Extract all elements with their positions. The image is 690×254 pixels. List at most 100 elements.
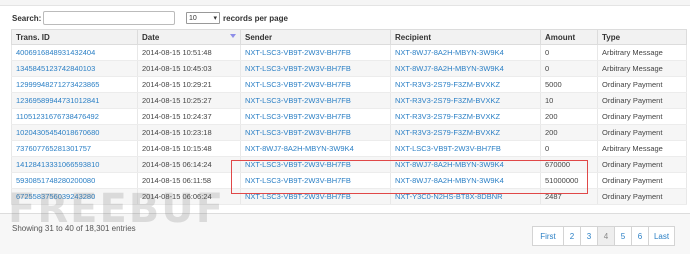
column-header-amount[interactable]: Amount: [540, 29, 598, 45]
column-header-date[interactable]: Date: [137, 29, 241, 45]
type-text: Ordinary Payment: [602, 80, 663, 89]
top-strip: [0, 0, 690, 6]
page-last-button[interactable]: Last: [648, 226, 675, 246]
trans-id-link[interactable]: 6725583756039243280: [16, 192, 95, 201]
page-button[interactable]: 3: [580, 226, 598, 246]
recipient-link[interactable]: NXT-8WJ7-8A2H-MBYN-3W9K4: [395, 64, 504, 73]
page-button[interactable]: 6: [631, 226, 649, 246]
date-text: 2014-08-15 10:29:21: [142, 80, 212, 89]
sender-cell: NXT-LSC3-VB9T-2W3V-BH7FB: [240, 92, 391, 109]
trans-id-link[interactable]: 1345845123742840103: [16, 64, 95, 73]
trans-id-link[interactable]: 10204305454018670680: [16, 128, 99, 137]
type-cell: Arbitrary Message: [597, 140, 687, 157]
amount-cell: 200: [540, 124, 598, 141]
search-control: Search:: [12, 11, 176, 25]
recipient-cell: NXT-8WJ7-8A2H-MBYN-3W9K4: [390, 60, 541, 77]
date-text: 2014-08-15 06:06:24: [142, 192, 212, 201]
records-per-page-select[interactable]: 10 ▾: [186, 12, 220, 24]
date-text: 2014-08-15 06:11:58: [142, 176, 212, 185]
records-per-page-label: records per page: [223, 13, 288, 23]
table-row: 10204305454018670680 2014-08-15 10:23:18 N…: [11, 124, 687, 141]
table-row: 12369589944731012841 2014-08-15 10:25:27 N…: [11, 92, 687, 109]
type-cell: Ordinary Payment: [597, 124, 687, 141]
page-button[interactable]: 4: [597, 226, 615, 246]
search-input[interactable]: [43, 11, 176, 25]
date-text: 2014-08-15 10:51:48: [142, 48, 212, 57]
trans-id-cell: 11051231676738476492: [11, 108, 138, 125]
recipient-link[interactable]: NXT-R3V3-2S79-F3ZM-BVXKZ: [395, 80, 500, 89]
column-header-recipient[interactable]: Recipient: [390, 29, 541, 45]
sender-link[interactable]: NXT-LSC3-VB9T-2W3V-BH7FB: [245, 128, 351, 137]
amount-cell: 0: [540, 60, 598, 77]
date-cell: 2014-08-15 10:15:48: [137, 140, 241, 157]
amount-text: 0: [545, 144, 550, 153]
amount-text: 10: [545, 96, 554, 105]
column-header-type[interactable]: Type: [597, 29, 687, 45]
type-text: Arbitrary Message: [602, 48, 663, 57]
recipient-cell: NXT-R3V3-2S79-F3ZM-BVXKZ: [390, 76, 541, 93]
date-cell: 2014-08-15 10:45:03: [137, 60, 241, 77]
sender-link[interactable]: NXT-LSC3-VB9T-2W3V-BH7FB: [245, 112, 351, 121]
table-row: 737607765281301757 2014-08-15 10:15:48 NXT…: [11, 140, 687, 157]
type-cell: Ordinary Payment: [597, 156, 687, 173]
recipient-link[interactable]: NXT-R3V3-2S79-F3ZM-BVXKZ: [395, 128, 500, 137]
trans-id-cell: 4006916848931432404: [11, 44, 138, 61]
type-cell: Ordinary Payment: [597, 92, 687, 109]
recipient-link[interactable]: NXT-LSC3-VB9T-2W3V-BH7FB: [395, 144, 501, 153]
search-label: Search:: [12, 13, 42, 23]
trans-id-cell: 12369589944731012841: [11, 92, 138, 109]
trans-id-link[interactable]: 11051231676738476492: [16, 112, 99, 121]
page-first-button[interactable]: First: [532, 226, 564, 246]
column-header-sender[interactable]: Sender: [240, 29, 391, 45]
table-row: 1345845123742840103 2014-08-15 10:45:03 NX…: [11, 60, 687, 77]
trans-id-link[interactable]: 12999948271273423865: [16, 80, 99, 89]
recipient-cell: NXT-R3V3-2S79-F3ZM-BVXKZ: [390, 124, 541, 141]
amount-cell: 200: [540, 108, 598, 125]
page-button[interactable]: 5: [614, 226, 632, 246]
date-cell: 2014-08-15 10:29:21: [137, 76, 241, 93]
recipient-link[interactable]: NXT-R3V3-2S79-F3ZM-BVXKZ: [395, 96, 500, 105]
type-cell: Arbitrary Message: [597, 60, 687, 77]
recipient-link[interactable]: NXT-8WJ7-8A2H-MBYN-3W9K4: [395, 48, 504, 57]
date-cell: 2014-08-15 10:25:27: [137, 92, 241, 109]
type-text: Ordinary Payment: [602, 160, 663, 169]
table-row: 11051231676738476492 2014-08-15 10:24:37 N…: [11, 108, 687, 125]
highlight-box: [231, 160, 588, 194]
records-per-page-value: 10: [189, 14, 197, 22]
amount-text: 5000: [545, 80, 562, 89]
recipient-link[interactable]: NXT-R3V3-2S79-F3ZM-BVXKZ: [395, 112, 500, 121]
column-header-date-label: Date: [142, 32, 160, 42]
sender-link[interactable]: NXT-LSC3-VB9T-2W3V-BH7FB: [245, 96, 351, 105]
date-cell: 2014-08-15 10:51:48: [137, 44, 241, 61]
sender-link[interactable]: NXT-LSC3-VB9T-2W3V-BH7FB: [245, 48, 351, 57]
page-button[interactable]: 2: [563, 226, 581, 246]
amount-text: 0: [545, 64, 550, 73]
date-cell: 2014-08-15 06:06:24: [137, 188, 241, 205]
trans-id-link[interactable]: 737607765281301757: [16, 144, 91, 153]
pagination: First 2 3 4 5 6 Last: [532, 226, 675, 246]
sender-cell: NXT-LSC3-VB9T-2W3V-BH7FB: [240, 60, 391, 77]
trans-id-link[interactable]: 4006916848931432404: [16, 48, 95, 57]
trans-id-cell: 10204305454018670680: [11, 124, 138, 141]
sender-cell: NXT-8WJ7-8A2H-MBYN-3W9K4: [240, 140, 391, 157]
table-row: 4006916848931432404 2014-08-15 10:51:48 NX…: [11, 44, 687, 61]
trans-id-cell: 1345845123742840103: [11, 60, 138, 77]
date-cell: 2014-08-15 06:14:24: [137, 156, 241, 173]
sort-desc-icon: [230, 34, 236, 38]
recipient-cell: NXT-R3V3-2S79-F3ZM-BVXKZ: [390, 108, 541, 125]
table-header-row: Trans. ID Date Sender Recipient Amount T…: [11, 29, 687, 45]
column-header-trans-id[interactable]: Trans. ID: [11, 29, 138, 45]
sender-cell: NXT-LSC3-VB9T-2W3V-BH7FB: [240, 108, 391, 125]
sender-link[interactable]: NXT-8WJ7-8A2H-MBYN-3W9K4: [245, 144, 354, 153]
type-text: Ordinary Payment: [602, 128, 663, 137]
trans-id-link[interactable]: 12369589944731012841: [16, 96, 99, 105]
sender-cell: NXT-LSC3-VB9T-2W3V-BH7FB: [240, 76, 391, 93]
sender-link[interactable]: NXT-LSC3-VB9T-2W3V-BH7FB: [245, 64, 351, 73]
sender-link[interactable]: NXT-LSC3-VB9T-2W3V-BH7FB: [245, 80, 351, 89]
trans-id-link[interactable]: 5930851748280200080: [16, 176, 95, 185]
date-text: 2014-08-15 10:25:27: [142, 96, 212, 105]
trans-id-link[interactable]: 14128413331066593810: [16, 160, 99, 169]
trans-id-cell: 5930851748280200080: [11, 172, 138, 189]
type-text: Ordinary Payment: [602, 112, 663, 121]
date-text: 2014-08-15 10:23:18: [142, 128, 212, 137]
